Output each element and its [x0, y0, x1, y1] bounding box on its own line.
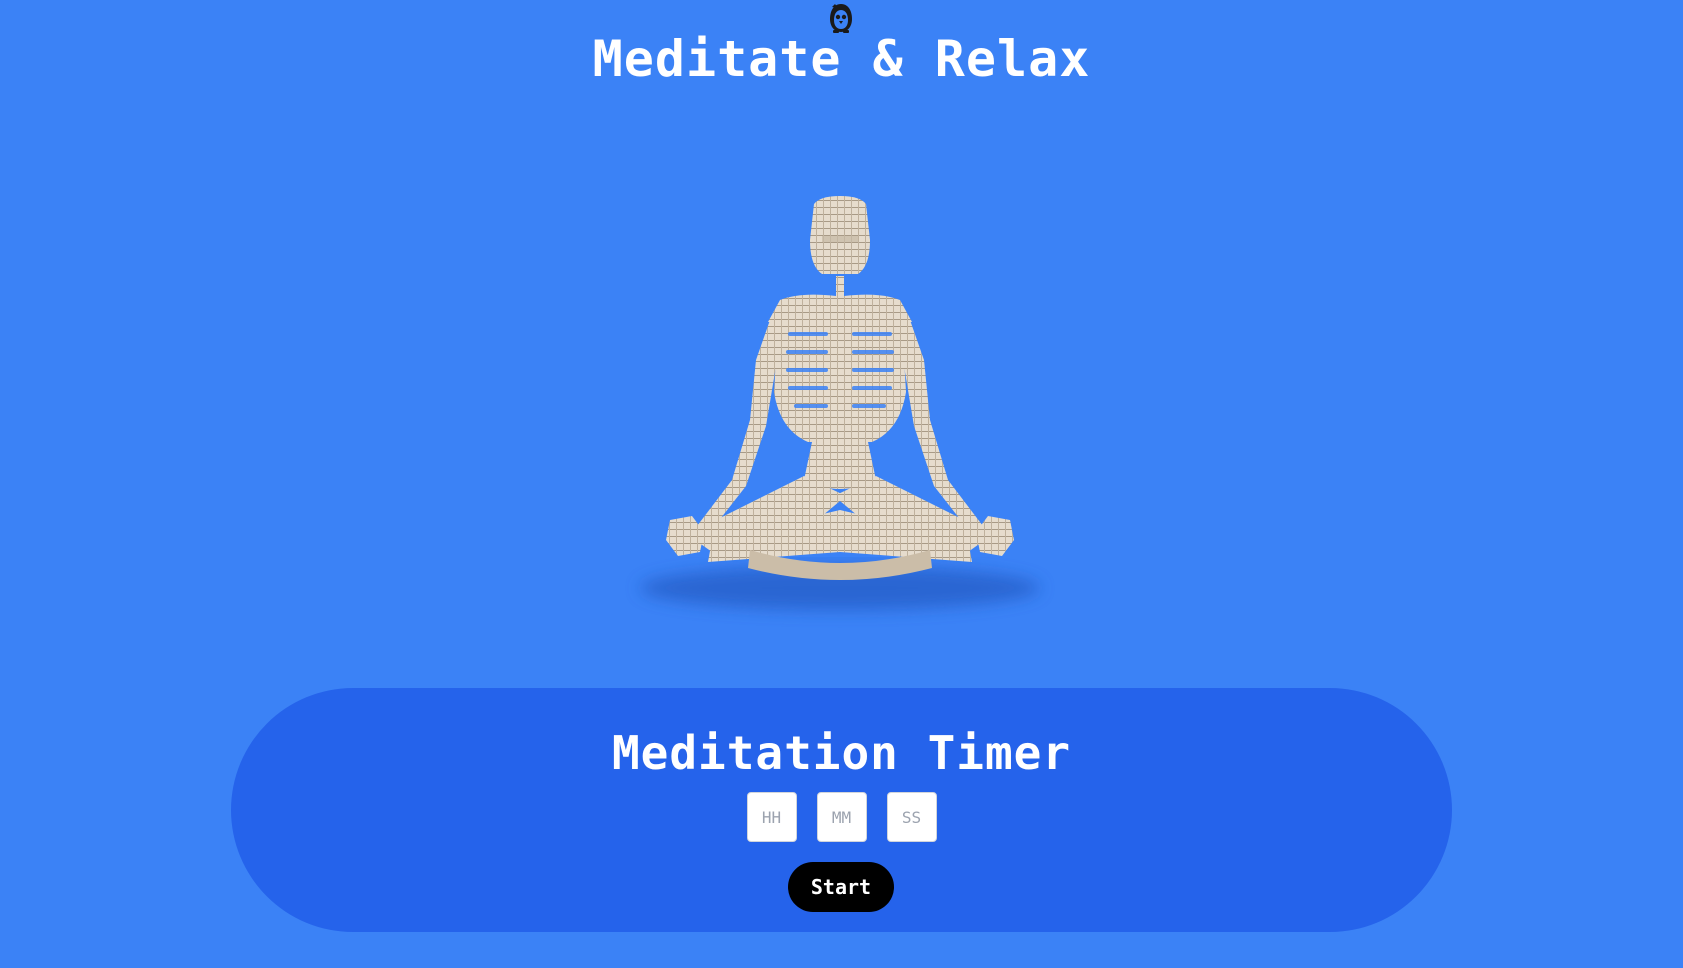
- meditation-timer-panel: Meditation Timer Start: [231, 688, 1452, 932]
- hours-input[interactable]: [746, 792, 797, 842]
- meditating-skeleton-illustration: [640, 196, 1040, 610]
- page-title: Meditate & Relax: [592, 30, 1091, 88]
- seconds-input[interactable]: [886, 792, 937, 842]
- minutes-input[interactable]: [816, 792, 867, 842]
- time-inputs: [231, 792, 1452, 842]
- timer-title: Meditation Timer: [611, 726, 1072, 780]
- start-button[interactable]: Start: [788, 862, 894, 912]
